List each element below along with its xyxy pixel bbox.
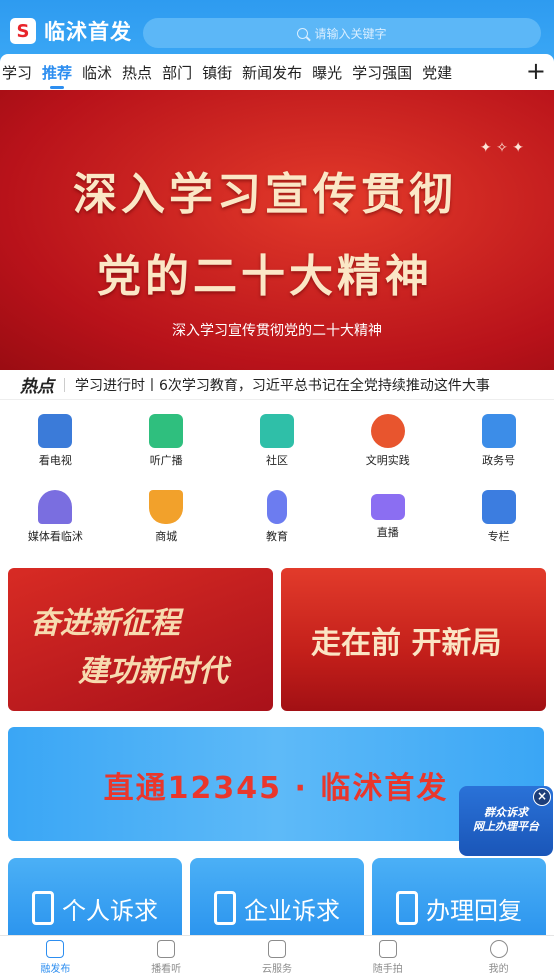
grid-label: 政务号	[482, 454, 516, 467]
promo-card-new-era[interactable]: 走在前 开新局	[281, 568, 546, 711]
grid-label: 教育	[265, 530, 288, 543]
tabbar-label: 随手拍	[372, 964, 403, 975]
close-icon[interactable]: ×	[533, 788, 551, 806]
grid-item-gov[interactable]: 政务号	[443, 408, 554, 484]
grid-item-column[interactable]: 专栏	[443, 484, 554, 560]
education-icon	[266, 490, 287, 524]
grid-item-media[interactable]: 媒体看临沭	[0, 484, 111, 560]
promo-card-title: 走在前 开新局	[311, 626, 502, 661]
add-channel-icon[interactable]: +	[526, 57, 546, 85]
tv-icon	[38, 414, 73, 448]
badge-line1: 群众诉求	[484, 806, 528, 819]
building-icon	[214, 891, 236, 925]
app-header: S 临沭首发 请输入关键字	[0, 0, 554, 62]
user-icon	[489, 940, 508, 958]
tabbar-item-publish[interactable]: 融发布	[0, 936, 111, 979]
grid-label: 直播	[376, 526, 399, 539]
promo-card-line1: 奋进新征程	[30, 606, 180, 641]
tab-tuijian[interactable]: 推荐	[42, 62, 72, 89]
search-icon	[297, 27, 309, 39]
button-label: 办理回复	[426, 896, 522, 925]
radio-icon	[149, 414, 184, 448]
tabbar-item-cloud[interactable]: 云服务	[222, 936, 333, 979]
tabbar-item-me[interactable]: 我的	[443, 936, 554, 979]
tab-xuexi[interactable]: 学习	[2, 62, 32, 83]
grid-label: 文明实践	[365, 454, 410, 467]
tab-xinwenfabu[interactable]: 新闻发布	[242, 62, 302, 83]
grid-item-community[interactable]: 社区	[222, 408, 333, 484]
badge-line2: 网上办理平台	[473, 820, 539, 833]
grid-label: 社区	[265, 454, 288, 467]
grid-item-education[interactable]: 教育	[222, 484, 333, 560]
banner-caption: 深入学习宣传贯彻党的二十大精神	[172, 323, 382, 339]
app-logo-icon: S	[10, 18, 36, 44]
tabbar-label: 云服务	[261, 964, 292, 975]
grid-item-live[interactable]: 直播	[332, 484, 443, 560]
alarm-icon	[38, 490, 73, 524]
star-icon	[267, 940, 286, 958]
document-icon	[396, 891, 418, 925]
column-icon	[481, 490, 516, 524]
tabbar-item-watch[interactable]: 播看听	[111, 936, 222, 979]
button-label: 企业诉求	[244, 896, 340, 925]
channel-tabs: 学习 推荐 临沭 热点 部门 镇街 新闻发布 曝光 学习强国 党建 +	[0, 54, 554, 90]
doves-decoration-icon: ✦ ✧ ✦	[479, 140, 524, 156]
grid-item-radio[interactable]: 听广播	[111, 408, 222, 484]
grid-label: 听广播	[149, 454, 183, 467]
tabbar-label: 播看听	[151, 964, 182, 975]
tabbar-label: 我的	[488, 964, 509, 975]
tab-baoguang[interactable]: 曝光	[312, 62, 342, 83]
button-label: 个人诉求	[62, 896, 158, 925]
grid-label: 专栏	[487, 530, 510, 543]
personal-appeal-button[interactable]: 个人诉求	[8, 858, 182, 938]
promo-card-line2: 建功新时代	[78, 654, 228, 689]
bottom-tabbar: 融发布 播看听 云服务 随手拍 我的	[0, 935, 554, 979]
reply-button[interactable]: 办理回复	[372, 858, 546, 938]
appeal-buttons: 个人诉求 企业诉求 办理回复	[8, 858, 546, 938]
grid-label: 商城	[155, 530, 178, 543]
promo-card-new-journey[interactable]: 奋进新征程 建功新时代	[8, 568, 273, 711]
home-icon	[46, 940, 65, 958]
service-grid: 看电视 听广播 社区 文明实践 政务号 媒体看临沭 商城 教育 直播 专栏	[0, 408, 554, 560]
video-icon	[370, 494, 405, 520]
grid-item-civilization[interactable]: 文明实践	[332, 408, 443, 484]
tabbar-label: 融发布	[40, 964, 71, 975]
document-icon	[481, 414, 516, 448]
banner-headline-1: 深入学习宣传贯彻	[73, 169, 457, 220]
grid-row: 媒体看临沭 商城 教育 直播 专栏	[0, 484, 554, 560]
tabbar-item-snap[interactable]: 随手拍	[332, 936, 443, 979]
grid-row: 看电视 听广播 社区 文明实践 政务号	[0, 408, 554, 484]
tab-redian[interactable]: 热点	[122, 62, 152, 83]
camera-icon	[378, 940, 397, 958]
grid-item-mall[interactable]: 商城	[111, 484, 222, 560]
tab-xuexiqiangguo[interactable]: 学习强国	[352, 62, 412, 83]
grid-item-tv[interactable]: 看电视	[0, 408, 111, 484]
grid-label: 媒体看临沭	[27, 530, 83, 543]
tab-dangjian[interactable]: 党建	[422, 62, 452, 83]
hero-banner[interactable]: ✦ ✧ ✦ 深入学习宣传贯彻 党的二十大精神 深入学习宣传贯彻党的二十大精神	[0, 90, 554, 370]
search-input[interactable]: 请输入关键字	[143, 18, 541, 48]
app-title: 临沭首发	[44, 20, 132, 44]
grid-label: 看电视	[38, 454, 72, 467]
cup-icon	[149, 490, 184, 524]
hot-ticker[interactable]: 热点 学习进行时丨6次学习教育，习近平总书记在全党持续推动这件大事	[0, 370, 554, 400]
tab-bumen[interactable]: 部门	[162, 62, 192, 83]
tab-zhenjie[interactable]: 镇街	[202, 62, 232, 83]
person-icon	[32, 891, 54, 925]
hot-tag: 热点	[20, 377, 54, 397]
film-icon	[157, 940, 176, 958]
hot-headline[interactable]: 学习进行时丨6次学习教育，习近平总书记在全党持续推动这件大事	[75, 375, 490, 395]
building-icon	[259, 414, 294, 448]
flower-icon	[370, 414, 405, 448]
tab-linshu[interactable]: 临沭	[82, 62, 112, 83]
search-placeholder: 请输入关键字	[314, 26, 387, 41]
banner-headline-2: 党的二十大精神	[97, 251, 433, 302]
ticker-divider	[64, 377, 65, 392]
enterprise-appeal-button[interactable]: 企业诉求	[190, 858, 364, 938]
complaint-platform-badge[interactable]: × 群众诉求 网上办理平台	[459, 786, 553, 856]
promo-cards: 奋进新征程 建功新时代 走在前 开新局	[8, 568, 546, 711]
